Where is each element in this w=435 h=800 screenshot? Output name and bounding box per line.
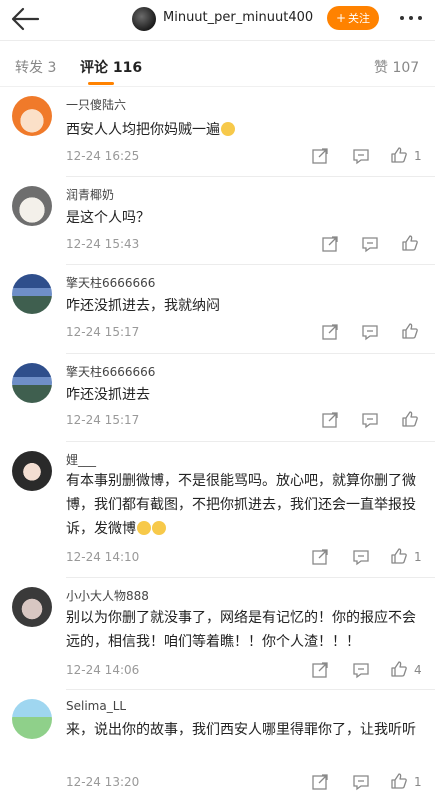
tab-comments[interactable]: 评论 116 bbox=[80, 57, 142, 77]
tab-bar: 转发 3 评论 116 赞 107 bbox=[0, 48, 435, 85]
comment-text: 有本事别删微博，不是很能骂吗。放心吧，就算你删了微博，我们都有截图，不把你抓进去… bbox=[66, 473, 416, 537]
emoji-icon bbox=[152, 521, 166, 535]
comment-username[interactable]: 小小大人物888 bbox=[66, 587, 149, 604]
headphones-avatar[interactable] bbox=[12, 587, 52, 627]
comment-divider bbox=[66, 176, 435, 177]
comment-item: 擎天柱6666666 咋还没抓进去，我就纳闷 12-24 15:17 bbox=[0, 266, 435, 353]
comment-username[interactable]: 擎天柱6666666 bbox=[66, 363, 155, 380]
comment-time: 12-24 16:25 bbox=[66, 149, 140, 163]
comment-item: Selima_LL 来，说出你的故事，我们西安人哪里得罪你了，让我听听 12-2… bbox=[0, 691, 435, 800]
more-options-icon[interactable] bbox=[396, 7, 426, 29]
like-count: 4 bbox=[414, 663, 422, 677]
comment-text: 来，说出你的故事，我们西安人哪里得罪你了，让我听听 bbox=[66, 722, 416, 738]
like-count: 1 bbox=[414, 550, 422, 564]
comment-divider bbox=[66, 264, 435, 265]
reply-icon[interactable] bbox=[352, 147, 370, 165]
comment-time: 12-24 13:20 bbox=[66, 775, 140, 789]
comment-username[interactable]: 娌___ bbox=[66, 451, 96, 468]
orange-cartoon-avatar[interactable] bbox=[12, 96, 52, 136]
comment-text: 咋还没抓进去 bbox=[66, 387, 150, 403]
comment-time: 12-24 15:17 bbox=[66, 413, 140, 427]
follow-label: 关注 bbox=[348, 12, 371, 25]
share-icon[interactable] bbox=[311, 773, 329, 791]
share-icon[interactable] bbox=[321, 323, 339, 341]
like-count: 1 bbox=[414, 149, 422, 163]
like-icon[interactable] bbox=[390, 146, 408, 164]
comment-time: 12-24 15:43 bbox=[66, 237, 140, 251]
comment-divider bbox=[66, 577, 435, 578]
comment-item: 一只傻陆六 西安人人均把你妈贼一遍 12-24 16:25 1 bbox=[0, 88, 435, 176]
plus-icon: + bbox=[335, 11, 347, 25]
reply-icon[interactable] bbox=[361, 323, 379, 341]
comment-username[interactable]: 润青椰奶 bbox=[66, 186, 114, 203]
like-icon[interactable] bbox=[401, 410, 419, 428]
comment-username[interactable]: Selima_LL bbox=[66, 699, 126, 713]
active-tab-indicator bbox=[88, 82, 114, 85]
like-icon[interactable] bbox=[401, 322, 419, 340]
tab-reposts[interactable]: 转发 3 bbox=[15, 57, 56, 77]
like-icon[interactable] bbox=[401, 234, 419, 252]
header-divider bbox=[0, 40, 435, 41]
comment-text: 咋还没抓进去，我就纳闷 bbox=[66, 298, 220, 314]
reply-icon[interactable] bbox=[352, 773, 370, 791]
back-arrow-icon[interactable] bbox=[8, 4, 42, 34]
comment-divider bbox=[66, 689, 435, 690]
reply-icon[interactable] bbox=[352, 548, 370, 566]
share-icon[interactable] bbox=[311, 147, 329, 165]
comment-item: 小小大人物888 别以为你删了就没事了，网络是有记忆的！你的报应不会远的，相信我… bbox=[0, 579, 435, 689]
tab-likes[interactable]: 赞 107 bbox=[374, 57, 419, 77]
share-icon[interactable] bbox=[321, 235, 339, 253]
reply-icon[interactable] bbox=[361, 411, 379, 429]
reply-icon[interactable] bbox=[361, 235, 379, 253]
like-icon[interactable] bbox=[390, 772, 408, 790]
author-avatar[interactable] bbox=[132, 7, 156, 31]
comment-time: 12-24 14:10 bbox=[66, 550, 140, 564]
like-icon[interactable] bbox=[390, 547, 408, 565]
like-icon[interactable] bbox=[390, 660, 408, 678]
comment-item: 润青椰奶 是这个人吗？ 12-24 15:43 bbox=[0, 178, 435, 264]
husky-dog-avatar[interactable] bbox=[12, 186, 52, 226]
reply-icon[interactable] bbox=[352, 661, 370, 679]
comment-text: 是这个人吗？ bbox=[66, 210, 150, 226]
comment-time: 12-24 14:06 bbox=[66, 663, 140, 677]
comment-divider bbox=[66, 441, 435, 442]
comment-item: 擎天柱6666666 咋还没抓进去 12-24 15:17 bbox=[0, 355, 435, 441]
comment-divider bbox=[66, 353, 435, 354]
mountain-landscape-avatar[interactable] bbox=[12, 274, 52, 314]
mountain-landscape-avatar[interactable] bbox=[12, 363, 52, 403]
author-name[interactable]: Minuut_per_minuut400 bbox=[163, 10, 313, 25]
emoji-icon bbox=[221, 122, 235, 136]
share-icon[interactable] bbox=[311, 548, 329, 566]
share-icon[interactable] bbox=[321, 411, 339, 429]
landscape-avatar[interactable] bbox=[12, 699, 52, 739]
comment-username[interactable]: 擎天柱6666666 bbox=[66, 274, 155, 291]
emoji-icon bbox=[137, 521, 151, 535]
girl-photo-avatar[interactable] bbox=[12, 451, 52, 491]
comment-item: 娌___ 有本事别删微博，不是很能骂吗。放心吧，就算你删了微博，我们都有截图，不… bbox=[0, 443, 435, 577]
top-bar: Minuut_per_minuut400 + 关注 bbox=[0, 0, 435, 40]
follow-button[interactable]: + 关注 bbox=[327, 6, 379, 30]
share-icon[interactable] bbox=[311, 661, 329, 679]
comment-text: 西安人人均把你妈贼一遍 bbox=[66, 118, 416, 142]
comment-time: 12-24 15:17 bbox=[66, 325, 140, 339]
comment-text: 别以为你删了就没事了，网络是有记忆的！你的报应不会远的，相信我！咱们等着瞧！！你… bbox=[66, 610, 416, 650]
like-count: 1 bbox=[414, 775, 422, 789]
comment-username[interactable]: 一只傻陆六 bbox=[66, 96, 126, 113]
tabs-divider bbox=[0, 86, 435, 87]
